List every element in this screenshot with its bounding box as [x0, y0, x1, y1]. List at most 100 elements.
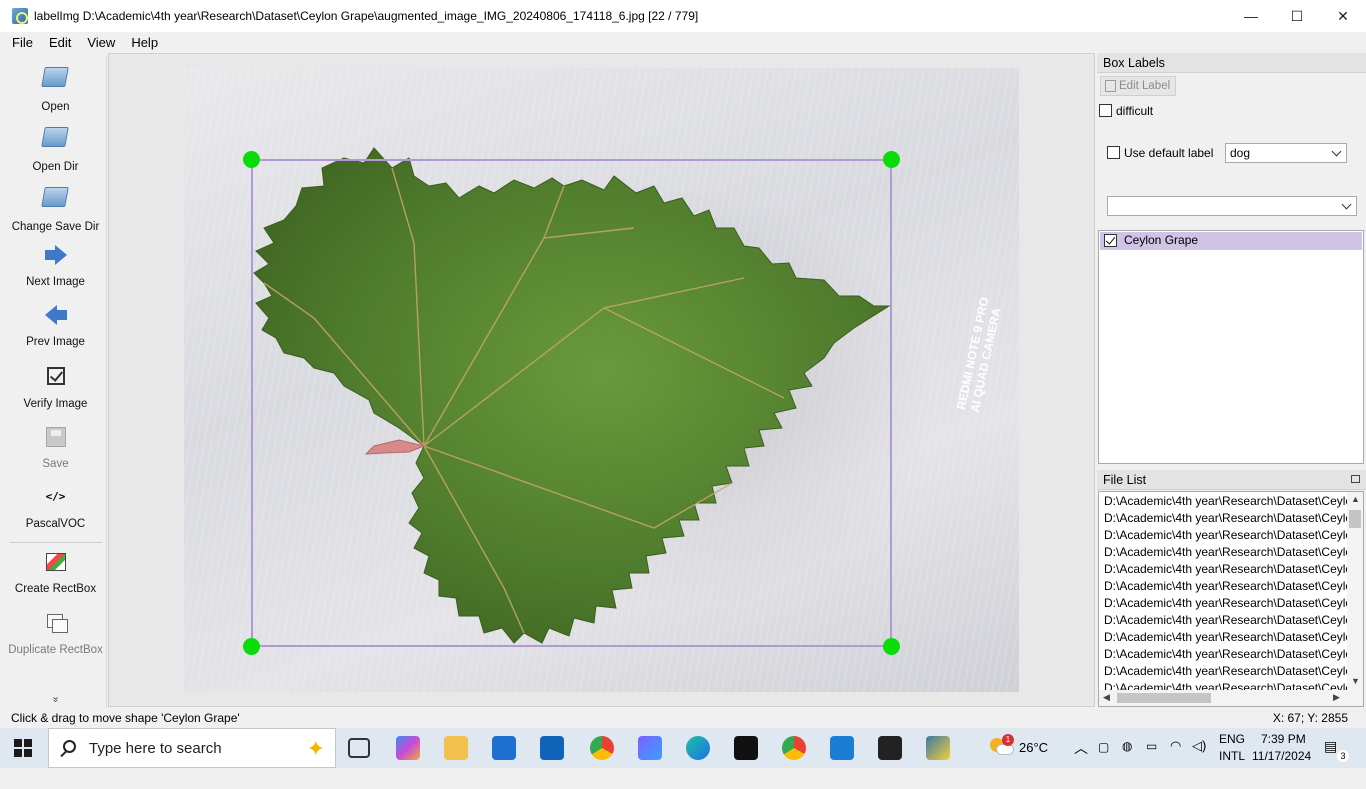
edit-label-text: Edit Label: [1119, 80, 1171, 92]
file-list-vertical-scrollbar[interactable]: ▲ ▼: [1347, 492, 1363, 690]
change-save-dir-label: Change Save Dir: [11, 221, 100, 233]
use-default-label-text: Use default label: [1124, 146, 1214, 160]
horizontal-scroll-thumb[interactable]: [1117, 693, 1211, 703]
vscode-icon[interactable]: [830, 736, 854, 760]
edit-label-button[interactable]: Edit Label: [1100, 76, 1176, 96]
file-list-item[interactable]: D:\Academic\4th year\Research\Dataset\Ce…: [1104, 647, 1348, 661]
terminal-icon[interactable]: [878, 736, 902, 760]
menu-help[interactable]: Help: [123, 35, 166, 50]
label-item-ceylon-grape[interactable]: Ceylon Grape: [1100, 232, 1362, 250]
intellij-icon[interactable]: [734, 736, 758, 760]
search-icon: [63, 740, 76, 753]
duplicate-icon: [43, 610, 69, 636]
weather-temperature[interactable]: 26°C: [1019, 740, 1048, 780]
label-filter-combobox[interactable]: [1107, 196, 1357, 216]
bbox-handle-top-right[interactable]: [883, 151, 900, 168]
chevron-down-icon: [1341, 199, 1352, 210]
menu-view[interactable]: View: [79, 35, 123, 50]
prev-image-button[interactable]: Prev Image: [4, 302, 107, 348]
vertical-scroll-thumb[interactable]: [1349, 510, 1361, 528]
battery-icon[interactable]: ▭: [1146, 739, 1157, 779]
copilot-icon[interactable]: [396, 736, 420, 760]
use-default-label-checkbox[interactable]: [1107, 146, 1120, 159]
bounding-box-ceylon-grape[interactable]: [251, 159, 892, 647]
label-visible-checkbox[interactable]: [1104, 234, 1117, 247]
file-list-item[interactable]: D:\Academic\4th year\Research\Dataset\Ce…: [1104, 545, 1348, 559]
float-dock-icon[interactable]: [1351, 475, 1360, 483]
menu-file[interactable]: File: [4, 35, 41, 50]
file-list-item[interactable]: D:\Academic\4th year\Research\Dataset\Ce…: [1104, 664, 1348, 678]
scroll-up-icon[interactable]: ▲: [1351, 494, 1360, 504]
weather-icon[interactable]: 1: [988, 734, 1014, 758]
menu-edit[interactable]: Edit: [41, 35, 79, 50]
microsoft-store-icon[interactable]: [492, 736, 516, 760]
bbox-handle-bottom-right[interactable]: [883, 638, 900, 655]
outlook-icon[interactable]: [540, 736, 564, 760]
show-hidden-icons-chevron-icon[interactable]: ︿: [1074, 738, 1088, 778]
tray-network-globe-icon[interactable]: ◍: [1122, 739, 1132, 779]
change-save-dir-button[interactable]: Change Save Dir: [4, 184, 107, 233]
save-label: Save: [42, 458, 69, 470]
edge-icon[interactable]: [686, 736, 710, 760]
next-image-button[interactable]: Next Image: [4, 242, 107, 288]
file-list-item[interactable]: D:\Academic\4th year\Research\Dataset\Ce…: [1104, 579, 1348, 593]
file-list-item[interactable]: D:\Academic\4th year\Research\Dataset\Ce…: [1104, 494, 1348, 508]
create-rectbox-label: Create RectBox: [14, 583, 97, 595]
open-button[interactable]: Open: [4, 64, 107, 113]
open-dir-button[interactable]: Open Dir: [4, 124, 107, 173]
default-label-combobox[interactable]: dog: [1225, 143, 1347, 163]
status-bar: Click & drag to move shape 'Ceylon Grape…: [0, 708, 1366, 728]
checkbox-icon: [43, 364, 69, 390]
save-dir-folder-icon: [40, 187, 69, 213]
python-labelimg-icon[interactable]: [926, 736, 950, 760]
save-disk-icon: [43, 424, 69, 450]
bbox-handle-bottom-left[interactable]: [243, 638, 260, 655]
maximize-button[interactable]: ☐: [1274, 0, 1320, 32]
open-label: Open: [41, 101, 70, 113]
scroll-left-icon[interactable]: ◀: [1103, 692, 1110, 703]
copilot-app-icon[interactable]: [638, 736, 662, 760]
input-language-line-2[interactable]: INTL: [1219, 749, 1245, 789]
rectbox-icon: [43, 549, 69, 575]
verify-image-button[interactable]: Verify Image: [4, 364, 107, 410]
difficult-checkbox[interactable]: [1099, 104, 1112, 117]
tray-device-icon[interactable]: ▢: [1098, 740, 1109, 780]
file-list-item[interactable]: D:\Academic\4th year\Research\Dataset\Ce…: [1104, 562, 1348, 576]
prev-image-label: Prev Image: [26, 336, 85, 348]
volume-icon[interactable]: ◁): [1192, 738, 1206, 778]
file-list-title: File List: [1097, 470, 1366, 490]
format-toggle-button[interactable]: </> PascalVOC: [4, 484, 107, 530]
wifi-icon[interactable]: ◠: [1170, 738, 1181, 778]
windows-taskbar: Type here to search ✦ 1 26°C ︿ ▢ ◍ ▭ ◠ ◁…: [0, 728, 1366, 768]
create-rectbox-button[interactable]: Create RectBox: [4, 549, 107, 595]
clock-date[interactable]: 11/17/2024: [1252, 749, 1311, 789]
file-list-item[interactable]: D:\Academic\4th year\Research\Dataset\Ce…: [1104, 528, 1348, 542]
task-view-icon[interactable]: [348, 738, 370, 758]
chrome-profile-icon[interactable]: [782, 736, 806, 760]
cursor-coordinates: X: 67; Y: 2855: [1272, 711, 1348, 725]
next-image-label: Next Image: [26, 276, 85, 288]
file-list-horizontal-scrollbar[interactable]: ◀ ▶: [1099, 690, 1363, 706]
chrome-icon[interactable]: [590, 736, 614, 760]
taskbar-search[interactable]: Type here to search ✦: [48, 728, 336, 768]
edit-pencil-icon: [1105, 80, 1116, 92]
scroll-right-icon[interactable]: ▶: [1333, 692, 1340, 703]
left-toolbar: Open Open Dir Change Save Dir Next Image…: [4, 56, 107, 708]
scroll-down-icon[interactable]: ▼: [1351, 676, 1360, 686]
weather-badge: 1: [1002, 734, 1014, 746]
file-list-item[interactable]: D:\Academic\4th year\Research\Dataset\Ce…: [1104, 630, 1348, 644]
close-button[interactable]: ✕: [1320, 0, 1366, 32]
notification-center-icon[interactable]: ▤: [1324, 738, 1337, 778]
label-item-text: Ceylon Grape: [1124, 233, 1199, 247]
file-list-item[interactable]: D:\Academic\4th year\Research\Dataset\Ce…: [1104, 613, 1348, 627]
image-canvas[interactable]: REDMI NOTE 9 PRO AI QUAD CAMERA: [108, 53, 1095, 707]
save-button[interactable]: Save: [4, 424, 107, 470]
status-message: Click & drag to move shape 'Ceylon Grape…: [11, 711, 240, 725]
minimize-button[interactable]: —: [1228, 0, 1274, 32]
windows-start-icon[interactable]: [14, 739, 32, 757]
file-explorer-icon[interactable]: [444, 736, 468, 760]
file-list-item[interactable]: D:\Academic\4th year\Research\Dataset\Ce…: [1104, 511, 1348, 525]
menu-bar: File Edit View Help: [0, 32, 1366, 52]
file-list-item[interactable]: D:\Academic\4th year\Research\Dataset\Ce…: [1104, 596, 1348, 610]
bbox-handle-top-left[interactable]: [243, 151, 260, 168]
